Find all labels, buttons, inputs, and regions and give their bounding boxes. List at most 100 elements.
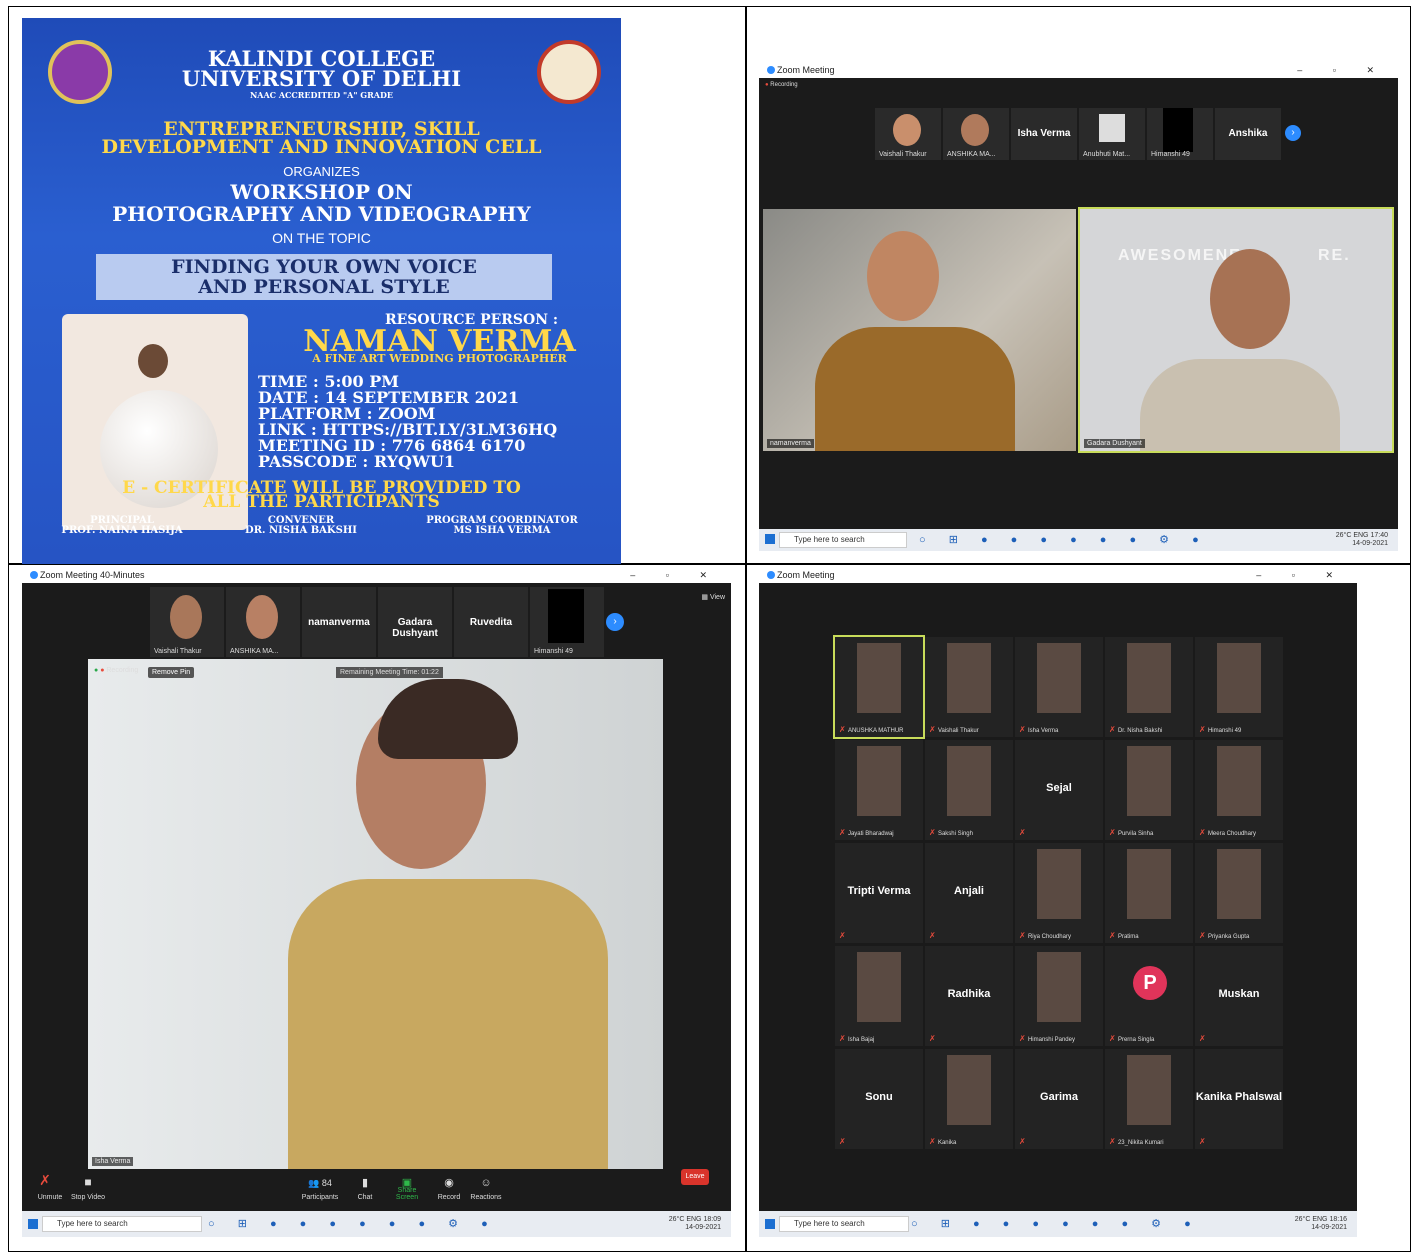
strip-tile[interactable]: Anshika	[1215, 108, 1281, 160]
gallery-tile[interactable]: ✗ Meera Choudhary	[1195, 740, 1283, 840]
taskbar-search[interactable]: Type here to search	[42, 1216, 202, 1232]
gallery-tile[interactable]: Radhika ✗	[925, 946, 1013, 1046]
participant-name: Kanika Phalswal	[1195, 1091, 1283, 1103]
chat-icon[interactable]: ▮	[350, 1176, 380, 1189]
gallery-tile[interactable]: ✗ Himanshi 49	[1195, 637, 1283, 737]
gallery-tile[interactable]: Garima ✗	[1015, 1049, 1103, 1149]
reactions-button[interactable]: Reactions	[468, 1194, 504, 1201]
taskbar-search[interactable]: Type here to search	[779, 1216, 909, 1232]
strip-tile[interactable]: Vaishali Thakur	[875, 108, 941, 160]
system-tray: 26°C ENG 18:16 14-09-2021	[1294, 1216, 1347, 1231]
convener-block: CONVENER DR. NISHA BAKSHI	[245, 515, 357, 536]
taskbar-search[interactable]: Type here to search	[779, 532, 907, 548]
gallery-tile[interactable]: ✗ Purvila Sinha	[1105, 740, 1193, 840]
participants-icon[interactable]: 👥 84	[300, 1178, 340, 1189]
taskbar-app-icons[interactable]: ○ ⊞ ● ● ● ● ● ● ⚙ ●	[919, 533, 1209, 546]
unmute-button[interactable]: Unmute	[30, 1194, 70, 1201]
strip-tile[interactable]: Himanshi 49	[530, 587, 604, 657]
next-page-icon[interactable]: ›	[606, 613, 624, 631]
window-controls[interactable]: – ▫ ✕	[1297, 62, 1388, 78]
participant-video	[947, 643, 991, 713]
gallery-tile[interactable]: Tripti Verma ✗	[835, 843, 923, 943]
workshop-line1: WORKSHOP ON	[230, 180, 413, 204]
stop-video-button[interactable]: Stop Video	[68, 1194, 108, 1201]
reactions-icon[interactable]: ☺	[468, 1177, 504, 1189]
gallery-tile[interactable]: ✗ Sakshi Singh	[925, 740, 1013, 840]
gallery-tile[interactable]: P ✗ Prerna Singla	[1105, 946, 1193, 1046]
video-camera-icon[interactable]: ■	[68, 1175, 108, 1189]
recording-indicator: ● Recording	[765, 82, 798, 88]
record-button[interactable]: Record	[434, 1194, 464, 1201]
strip-tile[interactable]: Gadara Dushyant	[378, 587, 452, 657]
participant-label: ✗ Kanika	[929, 1137, 956, 1146]
gallery-tile[interactable]: ✗ Riya Choudhary	[1015, 843, 1103, 943]
strip-tile[interactable]: Ruvedita	[454, 587, 528, 657]
gallery-tile[interactable]: ✗ Himanshi Pandey	[1015, 946, 1103, 1046]
gallery-tile[interactable]: ✗ ANUSHKA MATHUR	[833, 635, 925, 739]
main-speaker-video[interactable]: ● ● Recording Remove Pin Remaining Meeti…	[88, 659, 663, 1169]
mic-muted-icon: ✗	[839, 828, 848, 837]
mic-muted-icon[interactable]: ✗	[30, 1172, 60, 1189]
windows-start-icon[interactable]	[765, 1219, 775, 1229]
chat-button[interactable]: Chat	[350, 1194, 380, 1201]
participant-label-text: Isha Verma	[1027, 728, 1059, 734]
gallery-tile[interactable]: ✗ Isha Verma	[1015, 637, 1103, 737]
strip-tile[interactable]: Himanshi 49	[1147, 108, 1213, 160]
gallery-tile[interactable]: Kanika Phalswal ✗	[1195, 1049, 1283, 1149]
coordinator-block: PROGRAM COORDINATOR MS ISHA VERMA	[426, 515, 578, 536]
participant-label: ✗ Himanshi 49	[1199, 725, 1241, 734]
gallery-tile[interactable]: ✗ Kanika	[925, 1049, 1013, 1149]
participant-name: Radhika	[947, 988, 991, 1000]
participant-label: ✗ Sakshi Singh	[929, 828, 973, 837]
window-controls[interactable]: – ▫ ✕	[1256, 567, 1347, 583]
strip-tile[interactable]: Isha Verma	[1011, 108, 1077, 160]
record-icon[interactable]: ◉	[434, 1176, 464, 1189]
gallery-tile[interactable]: ✗ Isha Bajaj	[835, 946, 923, 1046]
taskbar-app-icons[interactable]: ○ ⊞ ● ● ● ● ● ● ⚙ ●	[208, 1217, 498, 1230]
video-left[interactable]: namanverma	[763, 209, 1076, 451]
gallery-tile[interactable]: Sejal ✗	[1015, 740, 1103, 840]
strip-tile[interactable]: Vaishali Thakur	[150, 587, 224, 657]
recording-indicator: ● ● Recording	[94, 667, 139, 674]
next-page-icon[interactable]: ›	[1285, 125, 1301, 141]
gallery-tile[interactable]: Muskan ✗	[1195, 946, 1283, 1046]
zoom-titlebar: Zoom Meeting – ▫ ✕	[759, 567, 1357, 583]
gallery-tile[interactable]: ✗ Priyanka Gupta	[1195, 843, 1283, 943]
participant-label: ✗	[1019, 1137, 1026, 1146]
university-name: UNIVERSITY OF DELHI	[181, 66, 462, 91]
gallery-tile[interactable]: ✗ Jayati Bharadwaj	[835, 740, 923, 840]
leave-button[interactable]: Leave	[681, 1169, 709, 1185]
windows-start-icon[interactable]	[765, 534, 775, 544]
mic-muted-icon: ✗	[929, 931, 936, 940]
organizes-text: ORGANIZES	[283, 164, 360, 179]
strip-tile[interactable]: ANSHIKA MA...	[226, 587, 300, 657]
participants-button[interactable]: Participants	[300, 1194, 340, 1201]
share-screen-button[interactable]: Share Screen	[386, 1187, 428, 1201]
gallery-tile[interactable]: ✗ Vaishali Thakur	[925, 637, 1013, 737]
strip-tile[interactable]: Anubhuti Mat...	[1079, 108, 1145, 160]
participant-label-text: Jayati Bharadwaj	[847, 831, 894, 837]
participant-label-text: 23_Nikita Kumari	[1117, 1140, 1164, 1146]
participant-video	[1127, 746, 1171, 816]
gallery-tile[interactable]: ✗ 23_Nikita Kumari	[1105, 1049, 1193, 1149]
certificate-line2: ALL THE PARTICIPANTS	[203, 492, 440, 512]
mic-muted-icon: ✗	[1019, 828, 1026, 837]
remove-pin-button[interactable]: Remove Pin	[148, 667, 195, 678]
strip-tile[interactable]: namanverma	[302, 587, 376, 657]
gallery-tile[interactable]: Sonu ✗	[835, 1049, 923, 1149]
view-button[interactable]: ▦ View	[701, 593, 725, 601]
windows-start-icon[interactable]	[28, 1219, 38, 1229]
video-right[interactable]: AWESOMENE RE. Gadara Dushyant	[1078, 207, 1394, 453]
taskbar-app-icons[interactable]: ○ ⊞ ● ● ● ● ● ● ⚙ ●	[911, 1217, 1201, 1230]
mic-muted-icon: ✗	[839, 931, 846, 940]
gallery-tile[interactable]: ✗ Dr. Nisha Bakshi	[1105, 637, 1193, 737]
mic-muted-icon: ✗	[1109, 931, 1118, 940]
windows-taskbar: Type here to search ○ ⊞ ● ● ● ● ● ● ⚙ ● …	[22, 1211, 731, 1237]
participant-label-text: Vaishali Thakur	[937, 728, 979, 734]
window-controls[interactable]: – ▫ ✕	[630, 567, 721, 583]
mic-muted-icon: ✗	[1019, 1034, 1028, 1043]
participant-video	[1217, 643, 1261, 713]
gallery-tile[interactable]: Anjali ✗	[925, 843, 1013, 943]
gallery-tile[interactable]: ✗ Pratima	[1105, 843, 1193, 943]
strip-tile[interactable]: ANSHIKA MA...	[943, 108, 1009, 160]
